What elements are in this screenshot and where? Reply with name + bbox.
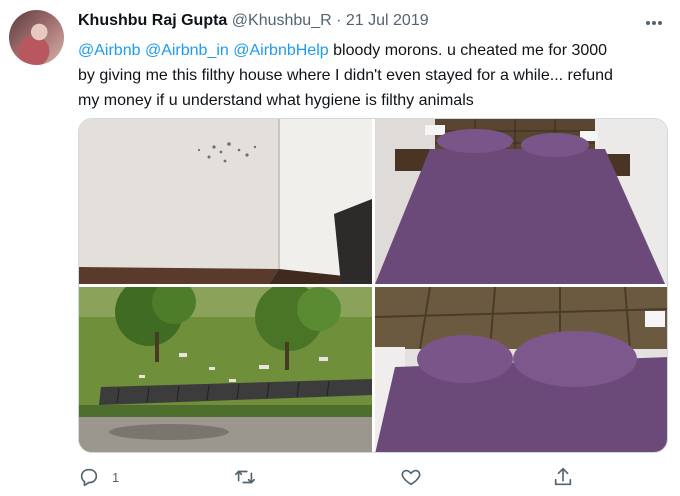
like-button[interactable] bbox=[400, 464, 434, 490]
mention-airbnb[interactable]: @Airbnb bbox=[78, 42, 141, 59]
retweet-icon bbox=[235, 470, 255, 484]
share-icon bbox=[554, 467, 572, 486]
like-icon bbox=[401, 469, 421, 486]
photo-garden-litter[interactable] bbox=[79, 287, 372, 452]
photo-stained-wall[interactable] bbox=[79, 119, 372, 284]
action-bar: 1 bbox=[78, 464, 668, 490]
author-name[interactable]: Khushbu Raj Gupta bbox=[78, 12, 227, 29]
mention-airbnb-in[interactable]: @Airbnb_in bbox=[145, 42, 229, 59]
author-handle[interactable]: @Khushbu_R bbox=[232, 12, 332, 29]
mention-airbnb-help[interactable]: @AirbnbHelp bbox=[233, 42, 328, 59]
tweet-date[interactable]: 21 Jul 2019 bbox=[346, 12, 429, 29]
reply-count: 1 bbox=[112, 469, 120, 485]
tweet-text-line1: bloody morons. u cheated me for 3000 bbox=[333, 42, 608, 59]
reply-button[interactable]: 1 bbox=[78, 464, 119, 490]
tweet-header: Khushbu Raj Gupta @Khushbu_R · 21 Jul 20… bbox=[78, 12, 429, 30]
reply-icon bbox=[80, 468, 98, 487]
avatar[interactable] bbox=[9, 10, 64, 65]
photo-bed-room[interactable] bbox=[375, 119, 667, 284]
tweet-text-line3: my money if u understand what hygiene is… bbox=[78, 92, 474, 109]
more-icon[interactable] bbox=[646, 12, 666, 28]
separator: · bbox=[336, 12, 342, 29]
photo-bed-closeup[interactable] bbox=[375, 287, 667, 452]
retweet-button[interactable] bbox=[234, 464, 268, 490]
media-grid bbox=[78, 118, 668, 453]
tweet-text-line2: by giving me this filthy house where I d… bbox=[78, 67, 613, 84]
tweet-text: @Airbnb @Airbnb_in @AirbnbHelp bloody mo… bbox=[78, 38, 668, 113]
share-button[interactable] bbox=[552, 464, 586, 490]
